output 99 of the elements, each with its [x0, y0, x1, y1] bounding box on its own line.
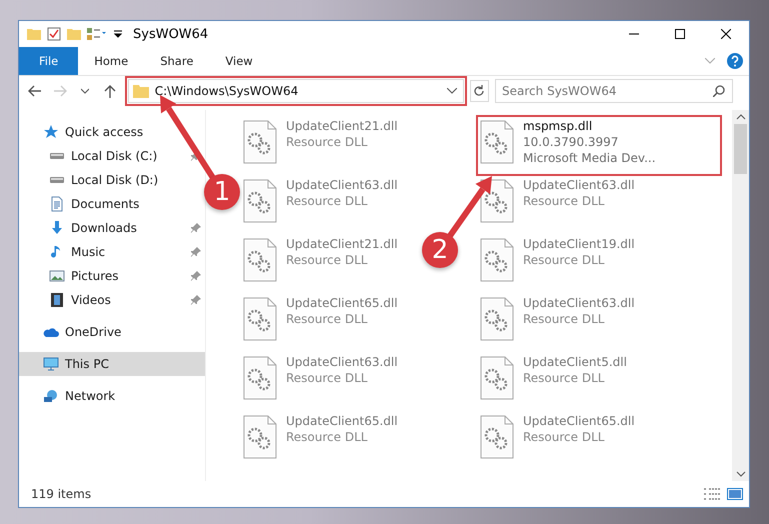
file-item[interactable]: UpdateClient63.dll Resource DLL: [240, 352, 400, 411]
file-detail: Microsoft Media Dev...: [523, 150, 656, 166]
file-detail: 10.0.3790.3997: [523, 134, 620, 150]
gear-file-icon: [242, 120, 278, 164]
gear-file-icon: [242, 179, 278, 223]
file-detail: Resource DLL: [523, 311, 606, 327]
file-name: UpdateClient65.dll: [523, 413, 635, 429]
minimize-icon: [629, 33, 639, 35]
sidebar-item[interactable]: Documents: [19, 192, 205, 216]
sidebar-item[interactable]: Music: [19, 240, 205, 264]
file-detail: Resource DLL: [286, 429, 368, 445]
chevron-down-icon: [80, 88, 89, 94]
file-item[interactable]: UpdateClient63.dll Resource DLL: [477, 293, 637, 352]
chevron-down-icon[interactable]: [446, 88, 457, 94]
file-detail: Resource DLL: [286, 370, 368, 386]
pc-icon: [43, 356, 59, 372]
scrollbar[interactable]: [732, 110, 749, 481]
scrollbar-thumb[interactable]: [734, 124, 747, 174]
help-icon[interactable]: [727, 53, 743, 69]
picture-icon: [49, 268, 65, 284]
gear-file-icon: [242, 415, 278, 459]
file-item[interactable]: UpdateClient21.dll Resource DLL: [240, 116, 400, 175]
file-name: UpdateClient21.dll: [286, 118, 398, 134]
file-name: UpdateClient65.dll: [286, 295, 398, 311]
window-title: SysWOW64: [133, 26, 208, 42]
gear-file-icon: [479, 415, 515, 459]
file-detail: Resource DLL: [286, 193, 368, 209]
file-detail: Resource DLL: [523, 370, 606, 386]
address-field[interactable]: C:\Windows\SysWOW64: [128, 79, 464, 103]
video-icon: [49, 292, 65, 308]
document-icon: [49, 196, 65, 212]
file-name: UpdateClient63.dll: [523, 177, 635, 193]
network-icon: [43, 388, 59, 404]
file-name: mspmsp.dll: [523, 118, 594, 134]
file-item[interactable]: UpdateClient63.dll Resource DLL: [240, 175, 400, 234]
view-options-icon[interactable]: [87, 28, 107, 40]
sidebar-item[interactable]: OneDrive: [19, 320, 205, 344]
file-detail: Resource DLL: [286, 311, 368, 327]
file-name: UpdateClient63.dll: [286, 354, 398, 370]
file-detail: Resource DLL: [523, 429, 606, 445]
details-view-icon[interactable]: [703, 487, 721, 501]
pin-icon[interactable]: [191, 295, 201, 305]
search-field[interactable]: Search SysWOW64: [495, 79, 733, 103]
pin-icon[interactable]: [191, 247, 201, 257]
ribbon-tab[interactable]: Share: [144, 47, 210, 75]
sidebar-item[interactable]: Network: [19, 384, 205, 408]
chevron-up-icon[interactable]: [736, 114, 746, 120]
item-count: 119 items: [31, 487, 92, 501]
file-item[interactable]: UpdateClient65.dll Resource DLL: [240, 411, 400, 470]
dropdown-icon[interactable]: [113, 29, 123, 39]
file-name: UpdateClient21.dll: [286, 236, 398, 252]
drive-icon: [49, 153, 65, 159]
gear-file-icon: [242, 238, 278, 282]
search-icon[interactable]: [713, 85, 725, 97]
close-icon: [721, 29, 731, 39]
drive-icon: [49, 177, 65, 183]
file-item[interactable]: UpdateClient21.dll Resource DLL: [240, 234, 400, 293]
pin-icon[interactable]: [191, 223, 201, 233]
file-detail: Resource DLL: [523, 193, 606, 209]
properties-icon[interactable]: [47, 27, 61, 41]
sidebar-item[interactable]: Downloads: [19, 216, 205, 240]
sidebar-item[interactable]: Quick access: [19, 120, 205, 144]
folder-icon: [132, 84, 149, 98]
sidebar-item[interactable]: This PC: [19, 352, 205, 376]
gear-file-icon: [479, 238, 515, 282]
sidebar-item[interactable]: Local Disk (D:): [19, 168, 205, 192]
gear-file-icon: [479, 179, 515, 223]
pin-icon[interactable]: [191, 271, 201, 281]
file-name: UpdateClient63.dll: [523, 295, 635, 311]
file-name: UpdateClient65.dll: [286, 413, 398, 429]
file-detail: Resource DLL: [286, 252, 368, 268]
download-icon: [49, 220, 65, 236]
thumbnail-view-icon[interactable]: [727, 487, 743, 501]
gear-file-icon: [242, 297, 278, 341]
ribbon-tab[interactable]: Home: [78, 47, 144, 75]
file-detail: Resource DLL: [523, 252, 606, 268]
file-item[interactable]: UpdateClient5.dll Resource DLL: [477, 352, 629, 411]
file-item[interactable]: UpdateClient63.dll Resource DLL: [477, 175, 637, 234]
ribbon-tab[interactable]: View: [209, 47, 269, 75]
file-item[interactable]: UpdateClient65.dll Resource DLL: [240, 293, 400, 352]
sidebar-item[interactable]: Videos: [19, 288, 205, 312]
gear-file-icon: [479, 297, 515, 341]
file-item[interactable]: mspmsp.dll 10.0.3790.3997 Microsoft Media Dev...: [477, 116, 721, 175]
file-name: UpdateClient5.dll: [523, 354, 627, 370]
file-name: UpdateClient63.dll: [286, 177, 398, 193]
file-name: UpdateClient19.dll: [523, 236, 635, 252]
file-item[interactable]: UpdateClient65.dll Resource DLL: [477, 411, 637, 470]
gear-file-icon: [479, 120, 515, 164]
ribbon-tab[interactable]: File: [19, 47, 78, 75]
gear-file-icon: [479, 356, 515, 400]
maximize-icon: [675, 29, 685, 39]
refresh-button[interactable]: [470, 80, 490, 102]
chevron-down-icon[interactable]: [736, 471, 746, 477]
file-item[interactable]: UpdateClient19.dll Resource DLL: [477, 234, 637, 293]
gear-file-icon: [242, 356, 278, 400]
refresh-icon: [473, 85, 486, 97]
file-detail: Resource DLL: [286, 134, 368, 150]
star-icon: [43, 124, 59, 140]
sidebar-item[interactable]: Pictures: [19, 264, 205, 288]
